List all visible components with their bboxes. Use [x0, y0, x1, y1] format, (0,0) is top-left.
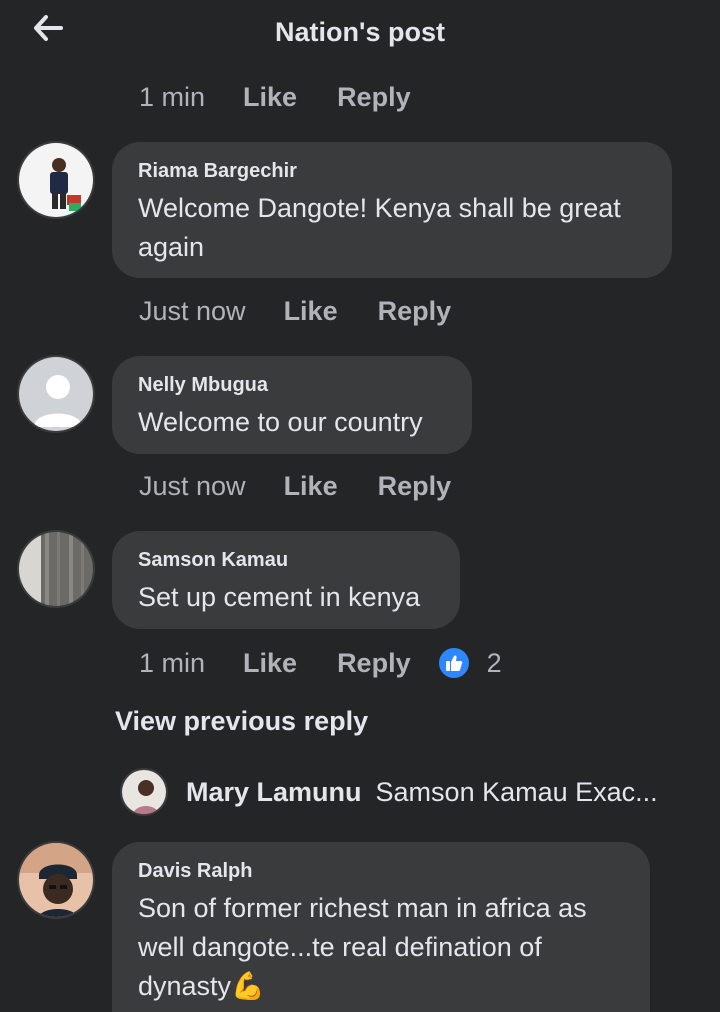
avatar[interactable]	[17, 141, 95, 219]
default-avatar-icon	[19, 357, 93, 431]
profile-photo	[19, 843, 93, 917]
avatar[interactable]	[120, 768, 168, 816]
comment-bubble: Riama Bargechir Welcome Dangote! Kenya s…	[112, 142, 672, 278]
comment-text: Welcome Dangote! Kenya shall be great ag…	[138, 189, 646, 267]
reaction-summary[interactable]: 2	[436, 646, 502, 680]
comment-text-line: dynasty💪	[138, 971, 265, 1001]
comment-text: Welcome to our country	[138, 407, 423, 437]
profile-photo	[19, 143, 93, 217]
reply-button[interactable]: Reply	[337, 648, 411, 679]
comment-text-line: Welcome Dangote! Kenya shall be great	[138, 193, 621, 223]
like-button[interactable]: Like	[243, 82, 297, 113]
comment-time: Just now	[139, 471, 246, 501]
like-button[interactable]: Like	[284, 296, 338, 327]
comment-actions: 1 min Like Reply 2	[139, 646, 502, 680]
comment-text-line: again	[138, 232, 205, 262]
comment-text-line: well dangote...te real defination of	[138, 932, 542, 962]
comment-text: Son of former richest man in africa as w…	[138, 889, 624, 1006]
avatar[interactable]	[17, 841, 95, 919]
view-previous-reply-link[interactable]: View previous reply	[115, 706, 368, 737]
like-button[interactable]: Like	[284, 471, 338, 502]
reaction-count: 2	[486, 647, 502, 678]
comment-bubble: Samson Kamau Set up cement in kenya	[112, 531, 460, 629]
comment-time: Just now	[139, 296, 246, 326]
reply-button[interactable]: Reply	[378, 296, 452, 327]
comment-time: 1 min	[139, 647, 206, 678]
page-title: Nation's post	[275, 17, 445, 47]
comment-bubble: Nelly Mbugua Welcome to our country	[112, 356, 472, 454]
comment-actions: 1 min Like Reply	[139, 82, 451, 113]
app-header: Nation's post	[0, 0, 720, 66]
like-button[interactable]: Like	[243, 648, 297, 679]
commenter-name[interactable]: Samson Kamau	[138, 549, 434, 572]
comment-actions: Just now Like Reply	[139, 296, 491, 327]
reply-button[interactable]: Reply	[378, 471, 452, 502]
comment-bubble: Davis Ralph Son of former richest man in…	[112, 842, 650, 1012]
commenter-name[interactable]: Nelly Mbugua	[138, 374, 446, 397]
comment-text: Set up cement in kenya	[138, 582, 421, 612]
comment-time: 1 min	[139, 82, 206, 112]
thumbs-up-icon	[436, 646, 471, 680]
commenter-name[interactable]: Riama Bargechir	[138, 160, 646, 183]
reply-preview[interactable]: Mary Lamunu Samson Kamau Exac...	[120, 768, 658, 816]
reply-author-name[interactable]: Mary Lamunu	[186, 777, 362, 808]
avatar[interactable]	[17, 355, 95, 433]
reply-button[interactable]: Reply	[337, 82, 411, 113]
avatar[interactable]	[17, 530, 95, 608]
reply-preview-text: Samson Kamau Exac...	[375, 776, 658, 807]
commenter-name[interactable]: Davis Ralph	[138, 860, 624, 883]
profile-photo	[122, 770, 166, 814]
comment-actions: Just now Like Reply	[139, 471, 491, 502]
comment-text-line: Son of former richest man in africa as	[138, 893, 587, 923]
profile-photo	[19, 532, 93, 606]
